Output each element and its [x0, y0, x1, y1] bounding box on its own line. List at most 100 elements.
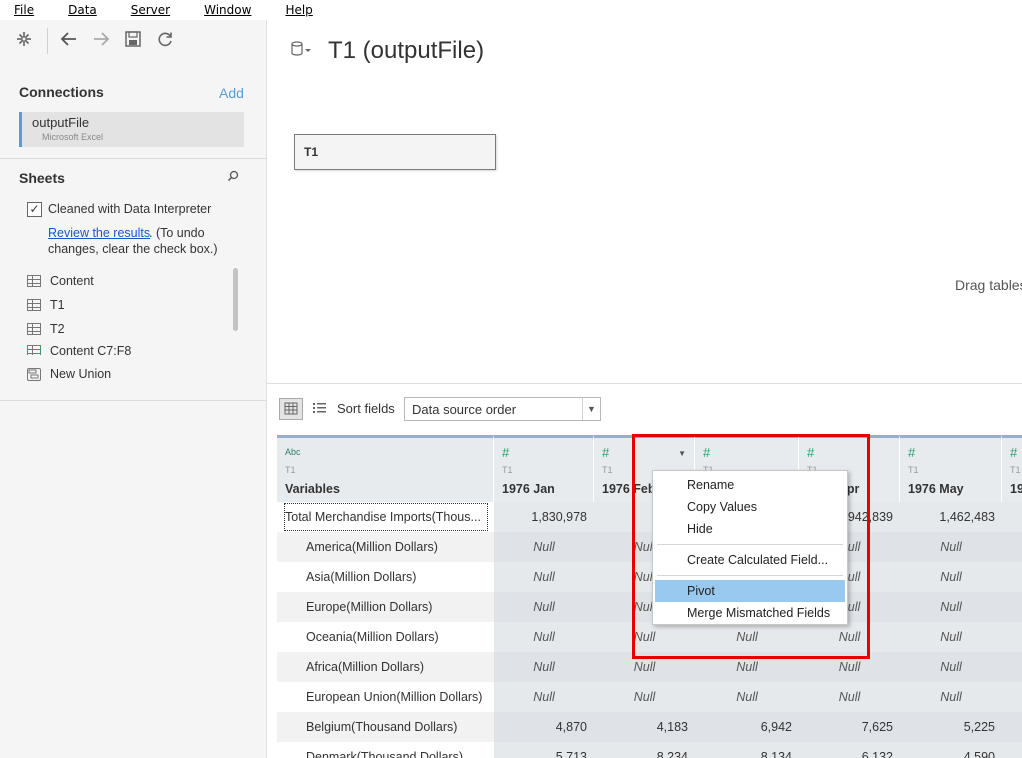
menu-item-hide[interactable]: Hide	[655, 518, 845, 540]
list-view-button[interactable]	[309, 398, 333, 420]
menu-item-create-calculated-field[interactable]: Create Calculated Field...	[655, 549, 845, 571]
sheet-item-t2[interactable]: T2	[27, 320, 65, 338]
table-cell[interactable]: Null	[594, 622, 695, 652]
sheet-item-content-range[interactable]: Content C7:F8	[27, 342, 131, 355]
table-cell[interactable]: Null	[494, 622, 594, 652]
table-cell[interactable]	[1002, 502, 1022, 532]
table-cell[interactable]: 1,830,978	[494, 502, 594, 532]
table-cell[interactable]: Europe(Million Dollars)	[277, 592, 494, 622]
menu-item-pivot[interactable]: Pivot	[655, 580, 845, 602]
table-cell[interactable]: Null	[799, 622, 900, 652]
table-cell[interactable]: 4,590	[900, 742, 1002, 758]
table-cell[interactable]: Asia(Million Dollars)	[277, 562, 494, 592]
table-cell[interactable]: 6,942	[695, 712, 799, 742]
review-results-link[interactable]: Review the results	[48, 226, 150, 240]
table-cell[interactable]: Null	[695, 682, 799, 712]
table-cell[interactable]: Belgium(Thousand Dollars)	[277, 712, 494, 742]
table-cell[interactable]: Oceania(Million Dollars)	[277, 622, 494, 652]
table-cell[interactable]: Null	[900, 562, 1002, 592]
grid-view-button[interactable]	[279, 398, 303, 420]
table-cell[interactable]: 8,234	[594, 742, 695, 758]
column-header[interactable]: Abc T1 Variables	[277, 435, 494, 502]
table-cell[interactable]: Null	[594, 682, 695, 712]
table-card[interactable]: T1	[294, 134, 496, 170]
number-type-icon[interactable]: #	[502, 445, 509, 460]
menu-server[interactable]: Server	[117, 3, 188, 17]
table-cell[interactable]	[1002, 622, 1022, 652]
save-icon[interactable]	[122, 30, 144, 50]
column-header[interactable]: # T1 1976 Jan	[494, 435, 594, 502]
table-cell[interactable]	[1002, 562, 1022, 592]
table-cell[interactable]: Null	[900, 652, 1002, 682]
table-cell[interactable]: Null	[695, 652, 799, 682]
table-cell[interactable]: Null	[799, 682, 900, 712]
forward-arrow-icon[interactable]	[90, 30, 112, 50]
table-cell[interactable]	[1002, 742, 1022, 758]
search-icon[interactable]	[227, 170, 239, 185]
table-cell[interactable]: European Union(Million Dollars)	[277, 682, 494, 712]
table-cell[interactable]: 1,462,483	[900, 502, 1002, 532]
data-interpreter-checkbox[interactable]: ✓	[27, 202, 42, 217]
sheets-title: Sheets	[19, 170, 65, 186]
table-cell[interactable]: Null	[695, 622, 799, 652]
table-cell[interactable]: 7,625	[799, 712, 900, 742]
new-union-item[interactable]: New Union	[27, 367, 111, 381]
menu-window[interactable]: Window	[190, 3, 269, 17]
table-cell[interactable]	[1002, 712, 1022, 742]
add-connection-link[interactable]: Add	[219, 85, 244, 101]
column-header[interactable]: # T1 1976 May	[900, 435, 1002, 502]
table-cell[interactable]: 5,225	[900, 712, 1002, 742]
menu-item-merge-mismatched-fields[interactable]: Merge Mismatched Fields	[655, 602, 845, 624]
database-icon[interactable]	[290, 40, 312, 63]
refresh-icon[interactable]	[154, 30, 176, 50]
number-type-icon[interactable]: #	[703, 445, 710, 460]
table-cell[interactable]: Null	[594, 652, 695, 682]
table-cell[interactable]: 4,183	[594, 712, 695, 742]
sheet-grid-icon	[27, 275, 41, 287]
menu-item-copy-values[interactable]: Copy Values	[655, 496, 845, 518]
table-cell[interactable]: 6,132	[799, 742, 900, 758]
table-cell[interactable]	[1002, 652, 1022, 682]
menu-item-rename[interactable]: Rename	[655, 474, 845, 496]
number-type-icon[interactable]: #	[602, 445, 609, 460]
connection-item[interactable]: outputFile Microsoft Excel	[19, 112, 244, 147]
table-cell[interactable]: 4,870	[494, 712, 594, 742]
number-type-icon[interactable]: #	[807, 445, 814, 460]
table-cell[interactable]: Null	[900, 532, 1002, 562]
table-cell[interactable]: Null	[494, 532, 594, 562]
table-cell[interactable]	[1002, 682, 1022, 712]
table-cell[interactable]: 5,713	[494, 742, 594, 758]
menu-data[interactable]: Data	[54, 3, 115, 17]
table-cell[interactable]: Null	[900, 682, 1002, 712]
table-cell[interactable]: Null	[900, 622, 1002, 652]
selected-cell-outline	[284, 503, 488, 531]
table-cell[interactable]: Null	[494, 592, 594, 622]
table-cell[interactable]: Null	[494, 652, 594, 682]
column-dropdown-icon[interactable]: ▼	[678, 449, 686, 458]
table-cell[interactable]	[1002, 532, 1022, 562]
column-name: 1976 May	[908, 482, 964, 496]
menu-file[interactable]: File	[0, 3, 52, 17]
number-type-icon[interactable]: #	[1010, 445, 1017, 460]
table-cell[interactable]: Null	[494, 562, 594, 592]
tableau-logo-icon[interactable]	[13, 30, 35, 50]
number-type-icon[interactable]: #	[908, 445, 915, 460]
sheets-scrollbar[interactable]	[233, 268, 238, 331]
table-cell[interactable]: America(Million Dollars)	[277, 532, 494, 562]
table-cell[interactable]: Null	[900, 592, 1002, 622]
left-panel: Connections Add outputFile Microsoft Exc…	[0, 20, 267, 758]
sort-fields-dropdown[interactable]: Data source order ▼	[404, 397, 601, 421]
column-header[interactable]: # T1 1976 Jun	[1002, 435, 1022, 502]
table-cell[interactable]: Africa(Million Dollars)	[277, 652, 494, 682]
sheet-item-t1[interactable]: T1	[27, 296, 65, 314]
sheet-item-content[interactable]: Content	[27, 272, 94, 290]
column-name: 1976 Feb	[602, 482, 656, 496]
back-arrow-icon[interactable]	[58, 30, 80, 50]
table-cell[interactable]: Denmark(Thousand Dollars)	[277, 742, 494, 758]
table-cell[interactable]: Null	[799, 652, 900, 682]
menu-help[interactable]: Help	[271, 3, 330, 17]
table-cell[interactable]: Null	[494, 682, 594, 712]
table-cell[interactable]	[1002, 592, 1022, 622]
table-cell[interactable]: 8,134	[695, 742, 799, 758]
string-type-icon[interactable]: Abc	[285, 447, 301, 457]
